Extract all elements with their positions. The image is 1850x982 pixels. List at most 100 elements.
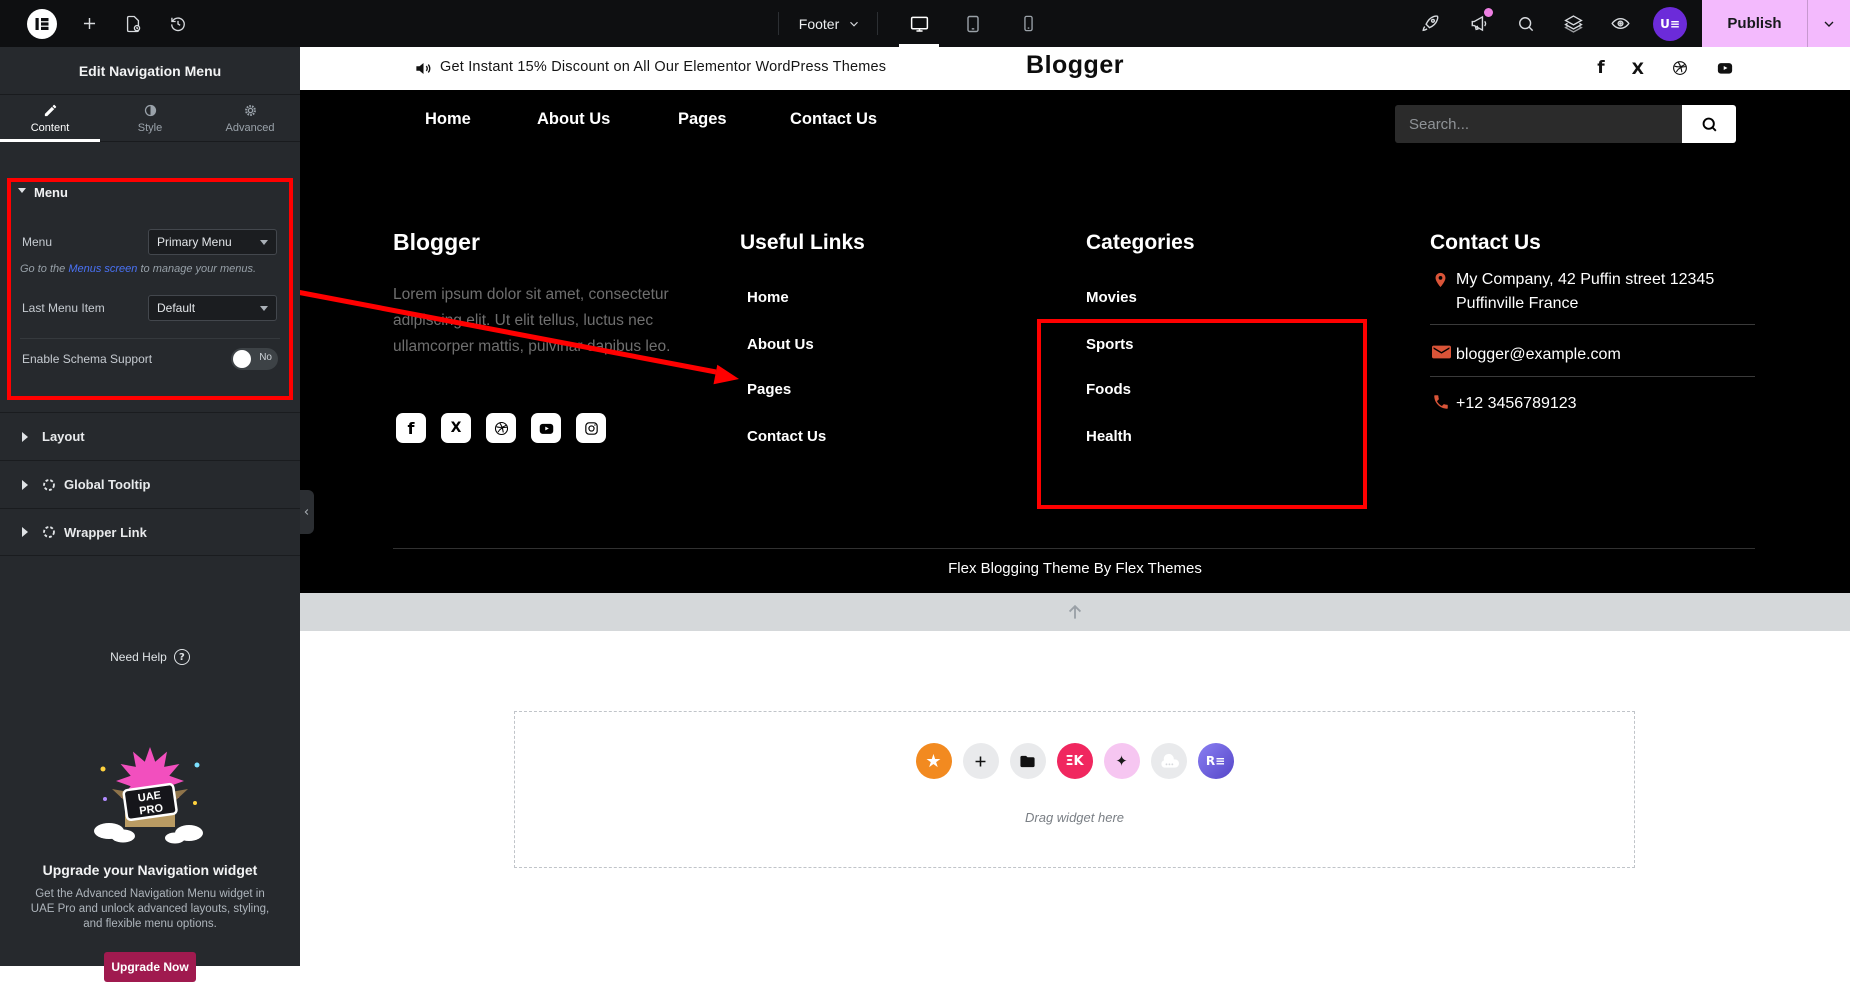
avatar: U≡: [1653, 7, 1687, 41]
elementor-logo[interactable]: [22, 0, 62, 47]
notification-dot: [1484, 8, 1493, 17]
document-switcher[interactable]: Footer: [790, 0, 870, 47]
structure-button[interactable]: [1555, 0, 1591, 47]
facebook-icon[interactable]: f: [1597, 58, 1604, 78]
footer-brand-title: Blogger: [393, 229, 480, 256]
facebook-icon[interactable]: f: [396, 413, 426, 443]
active-device-indicator: [899, 44, 939, 47]
publish-options-button[interactable]: [1808, 16, 1850, 32]
widget-shortcut-row: ★ ΞK ✦ R≡: [515, 743, 1634, 779]
dribbble-icon[interactable]: [1671, 59, 1689, 77]
nav-about-us[interactable]: About Us: [537, 110, 610, 129]
x-twitter-icon[interactable]: X: [1632, 59, 1644, 78]
panel-collapse-handle[interactable]: [300, 490, 314, 534]
elementskit-widget-button[interactable]: ΞK: [1057, 743, 1093, 779]
search-icon: [1700, 115, 1719, 134]
schema-support-toggle[interactable]: No: [231, 348, 278, 370]
device-desktop-button[interactable]: [899, 0, 939, 47]
search-input[interactable]: [1395, 105, 1682, 143]
section-wrapper-link[interactable]: Wrapper Link: [0, 508, 300, 556]
contact-divider: [1430, 376, 1755, 377]
footer-link-about-us[interactable]: About Us: [747, 336, 814, 353]
page-settings-button[interactable]: [116, 0, 150, 47]
category-foods[interactable]: Foods: [1086, 381, 1131, 398]
search-button[interactable]: [1682, 105, 1736, 143]
menus-screen-link[interactable]: Menus screen: [68, 263, 137, 275]
x-twitter-icon[interactable]: X: [441, 413, 471, 443]
half-circle-icon: [143, 103, 158, 118]
user-avatar[interactable]: U≡: [1648, 0, 1692, 47]
section-layout-label: Layout: [42, 429, 85, 444]
checklist-rocket-button[interactable]: [1412, 0, 1448, 47]
chevron-down-icon: [260, 240, 268, 249]
footer-link-contact-us[interactable]: Contact Us: [747, 428, 826, 445]
section-global-tooltip[interactable]: Global Tooltip: [0, 460, 300, 508]
need-help-link[interactable]: Need Help ?: [0, 649, 300, 665]
eye-icon: [1610, 13, 1631, 34]
whats-new-button[interactable]: [1460, 0, 1496, 47]
youtube-icon[interactable]: [1716, 59, 1734, 77]
history-icon: [168, 14, 188, 34]
device-mobile-button[interactable]: [1008, 0, 1048, 47]
topbar-divider: [778, 12, 779, 35]
chevron-left-icon: [302, 507, 312, 517]
toggle-state: No: [259, 352, 272, 363]
add-widget-button[interactable]: [963, 743, 999, 779]
last-menu-item-select[interactable]: Default: [148, 295, 277, 321]
preview-button[interactable]: [1602, 0, 1638, 47]
history-button[interactable]: [161, 0, 195, 47]
help-circle-icon: ?: [174, 649, 190, 665]
tab-style-label: Style: [138, 122, 162, 134]
finder-search-button[interactable]: [1508, 0, 1544, 47]
publish-button[interactable]: Publish: [1702, 0, 1850, 47]
upgrade-now-button[interactable]: Upgrade Now: [104, 952, 196, 982]
cloud-widget-button[interactable]: [1151, 743, 1187, 779]
drag-widget-hint: Drag widget here: [515, 810, 1634, 825]
pencil-icon: [43, 103, 58, 118]
nav-pages[interactable]: Pages: [678, 110, 727, 129]
location-pin-icon: [1432, 270, 1449, 290]
add-element-button[interactable]: [72, 0, 106, 47]
templates-widget-button[interactable]: [1010, 743, 1046, 779]
contact-address: My Company, 42 Puffin street 12345 Puffi…: [1456, 268, 1786, 316]
uae-badge-icon: [42, 525, 56, 539]
category-sports[interactable]: Sports: [1086, 336, 1134, 353]
last-menu-item-label: Last Menu Item: [22, 301, 105, 315]
footer-link-pages[interactable]: Pages: [747, 381, 791, 398]
contact-email[interactable]: blogger@example.com: [1456, 343, 1621, 367]
reycore-widget-button[interactable]: R≡: [1198, 743, 1234, 779]
menu-section-header[interactable]: Menu: [18, 185, 68, 200]
nav-contact-us[interactable]: Contact Us: [790, 110, 877, 129]
category-movies[interactable]: Movies: [1086, 289, 1137, 306]
field-divider: [20, 338, 280, 339]
section-layout[interactable]: Layout: [0, 412, 300, 460]
category-health[interactable]: Health: [1086, 428, 1132, 445]
tab-content[interactable]: Content: [0, 95, 100, 141]
footer-link-home[interactable]: Home: [747, 289, 789, 306]
panel-title: Edit Navigation Menu: [0, 47, 300, 95]
editor-panel: Edit Navigation Menu Content Style Advan…: [0, 47, 300, 966]
useful-links-title: Useful Links: [740, 231, 865, 255]
plus-icon: [80, 14, 99, 33]
dribbble-icon[interactable]: [486, 413, 516, 443]
editor-top-bar: Footer U≡: [0, 0, 1850, 47]
tab-style[interactable]: Style: [100, 95, 200, 141]
device-tablet-button[interactable]: [953, 0, 993, 47]
announcement-bar: Get Instant 15% Discount on All Our Elem…: [300, 47, 1850, 90]
drop-zone[interactable]: ★ ΞK ✦ R≡ Drag widget here: [514, 711, 1635, 868]
rocket-icon: [1420, 13, 1441, 34]
contact-title: Contact Us: [1430, 231, 1541, 255]
scroll-top-bar[interactable]: [300, 593, 1850, 631]
folder-icon: [1019, 753, 1036, 770]
tab-advanced[interactable]: Advanced: [200, 95, 300, 141]
nav-home[interactable]: Home: [425, 110, 471, 129]
favorites-widget-button[interactable]: ★: [916, 743, 952, 779]
contact-phone[interactable]: +12 3456789123: [1456, 392, 1577, 416]
ai-widget-button[interactable]: ✦: [1104, 743, 1140, 779]
youtube-icon[interactable]: [531, 413, 561, 443]
menu-select[interactable]: Primary Menu: [148, 229, 277, 255]
menu-helper-text: Go to the Menus screen to manage your me…: [20, 263, 288, 275]
instagram-icon[interactable]: [576, 413, 606, 443]
panel-tabs: Content Style Advanced: [0, 95, 300, 142]
menu-section-title: Menu: [34, 185, 68, 200]
